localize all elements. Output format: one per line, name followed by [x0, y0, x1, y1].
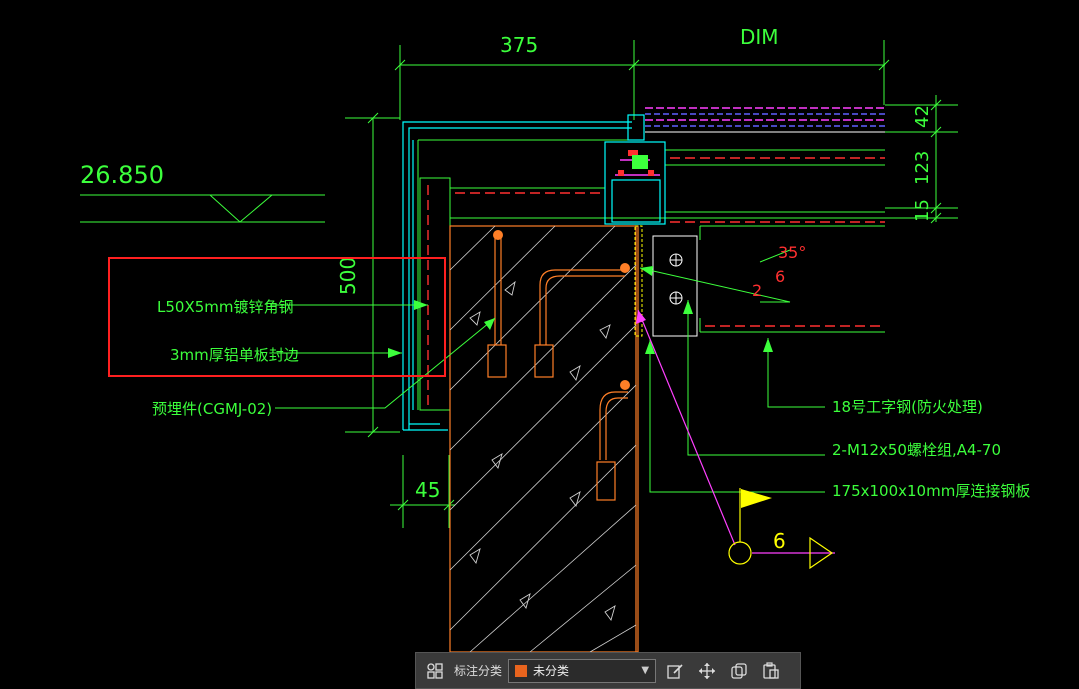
- elevation-text: 26.850: [80, 161, 164, 189]
- edit-button[interactable]: [662, 658, 688, 684]
- category-label: 标注分类: [454, 664, 503, 678]
- mullion: [604, 114, 666, 225]
- dim-45: 45: [415, 478, 440, 502]
- anchor-welds: [493, 230, 630, 390]
- category-value: 未分类: [533, 664, 570, 678]
- label-embed: 预埋件(CGMJ-02): [152, 400, 272, 418]
- connection-plate: [652, 235, 698, 337]
- mullion-insert: [632, 155, 648, 169]
- copy-icon: [731, 662, 747, 679]
- label-angle-steel: L50X5mm镀锌角钢: [157, 298, 294, 316]
- concrete-aggregate: [469, 280, 616, 621]
- category-color-swatch: [515, 664, 528, 677]
- angle-label: 35°: [778, 243, 806, 262]
- chevron-down-icon: ▼: [641, 665, 650, 676]
- paste-button[interactable]: [758, 658, 784, 684]
- annotation-toolbar: 标注分类 未分类 ▼: [415, 652, 801, 689]
- grid-button[interactable]: [422, 658, 448, 684]
- copy-button[interactable]: [726, 658, 752, 684]
- section-leader: [636, 309, 835, 554]
- edit-icon: [667, 663, 683, 679]
- label-bolt: 2-M12x50螺栓组,A4-70: [832, 441, 1001, 459]
- glass-panel: [645, 107, 885, 133]
- dim-123: 123: [912, 151, 933, 185]
- weld-count: 2: [752, 281, 762, 300]
- paste-icon: [763, 661, 779, 679]
- concrete-wall: [449, 225, 639, 653]
- annotation-texts: L50X5mm镀锌角钢 3mm厚铝单板封边 预埋件(CGMJ-02) 18号工字…: [152, 298, 1030, 500]
- hidden-lines: [427, 157, 885, 408]
- grid-icon: [427, 662, 443, 679]
- cad-drawing-canvas[interactable]: 375 DIM 45 26.850 500 42 123 15 6 35° 6 …: [0, 0, 1079, 689]
- dim-15: 15: [912, 199, 933, 222]
- label-alu-panel: 3mm厚铝单板封边: [170, 346, 299, 364]
- move-button[interactable]: [694, 658, 720, 684]
- dimension-lines: [80, 40, 958, 528]
- weld-size: 6: [775, 267, 785, 286]
- dimension-texts: 375 DIM 45 26.850 500 42 123 15: [80, 25, 933, 502]
- anchor-bars: [487, 235, 628, 501]
- dim-500: 500: [336, 257, 360, 295]
- section-number: 6: [773, 529, 786, 553]
- weld-symbol: 35° 6 2: [752, 243, 806, 300]
- move-icon: [699, 662, 716, 679]
- dim-42: 42: [912, 105, 933, 128]
- label-i-beam: 18号工字钢(防火处理): [832, 398, 983, 416]
- category-dropdown[interactable]: 未分类 ▼: [508, 658, 657, 683]
- dim-dim: DIM: [740, 25, 779, 49]
- dim-375: 375: [500, 33, 538, 57]
- label-plate: 175x100x10mm厚连接钢板: [832, 482, 1030, 500]
- concrete-hatch: [449, 225, 637, 653]
